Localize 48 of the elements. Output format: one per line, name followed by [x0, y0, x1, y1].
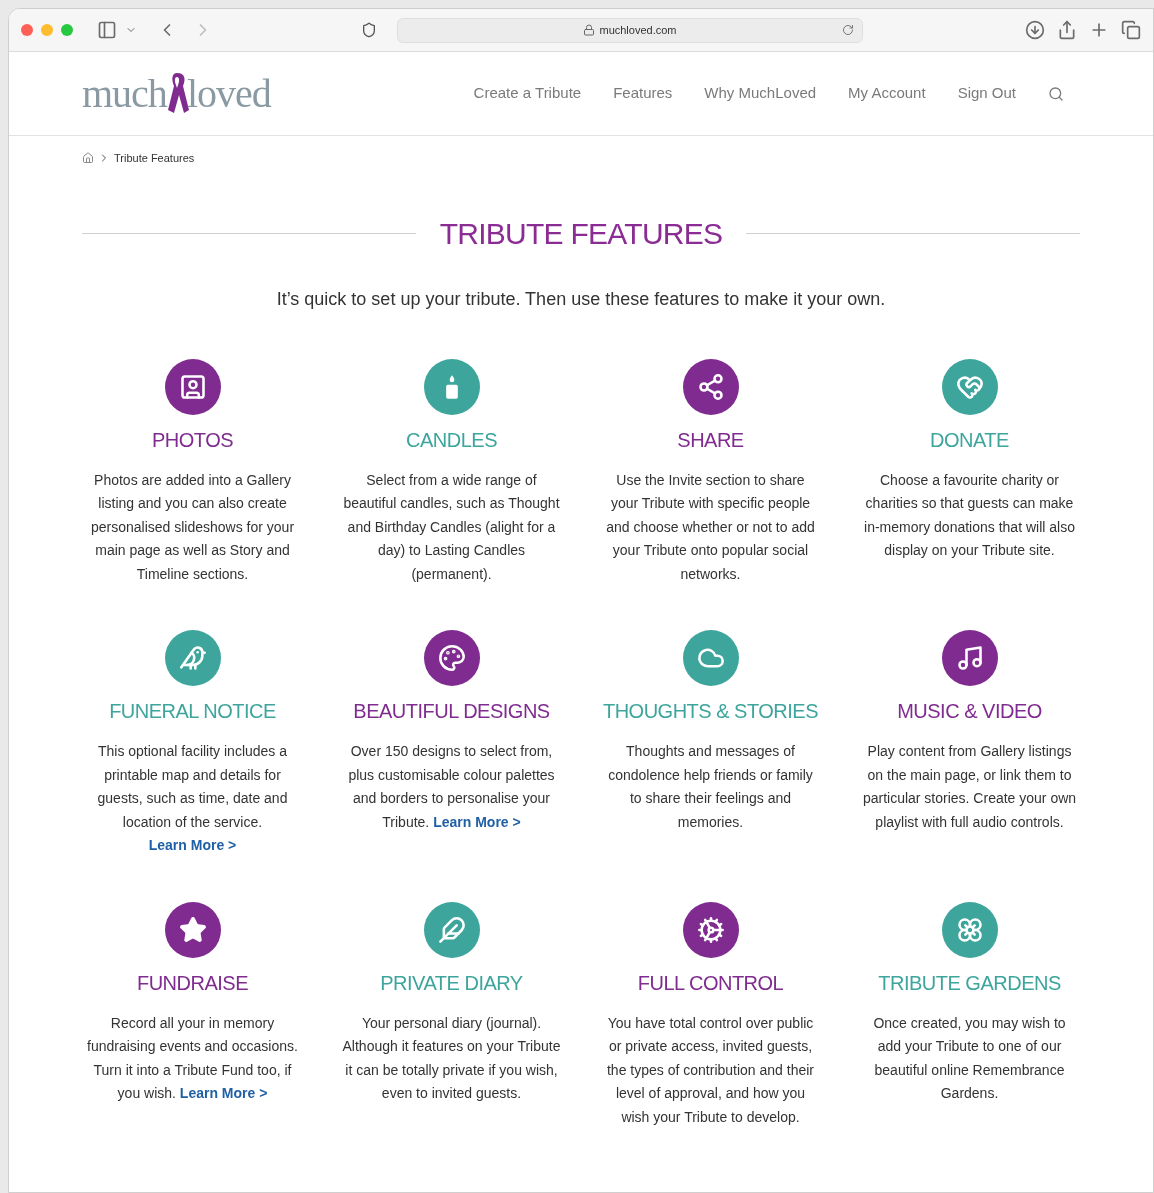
share-icon[interactable]	[1057, 20, 1077, 40]
feature-description: Play content from Gallery listings on the main page, or link them to particular stories. Create your own playlist with full audio controls.	[861, 742, 1078, 832]
breadcrumb-current: Tribute Features	[114, 151, 195, 166]
feature-description: Choose a favourite charity or charities so that guests can make in-memory donations that will also display on your Tribute site.	[863, 470, 1076, 560]
logo-text[interactable]: much	[82, 63, 167, 124]
nav-link[interactable]: Why MuchLoved	[704, 82, 817, 105]
feature-description: You have total control over public or private access, invited guests, the types of contribution and their level of approval, and how you wish your Tribute to develop.	[606, 1013, 815, 1127]
search-icon[interactable]	[1048, 85, 1064, 102]
feature-description: Photos are added into a Gallery listing and you can also create personalised slideshows for your main page as well as Story and Timeline sections.	[89, 470, 296, 584]
lock-icon	[583, 24, 596, 36]
logo-text[interactable]: loved	[186, 63, 271, 124]
nav-link[interactable]: Create a Tribute	[473, 82, 582, 105]
feature-description: Thoughts and messages of condolence help friends or family to share their feelings and memories.	[607, 742, 814, 832]
feature-description: Select from a wide range of beautiful candles, such as Thought and Birthday Candles (alight for a day) to Lasting Candles (permanent).	[342, 470, 561, 584]
nav-link[interactable]: Sign Out	[957, 82, 1016, 105]
feature-description: Use the Invite section to share your Tribute with specific people and choose whether or not to add your Tribute onto popular social networks.	[605, 470, 816, 584]
feature-title: SHARE	[677, 427, 744, 453]
feature-title: FUNERAL NOTICE	[109, 699, 276, 724]
feature-description: Record all your in memory fundraising events and occasions. Turn it into a Tribute Fund too, if you wish. Learn More >	[86, 1013, 299, 1103]
address-bar[interactable]: muchloved.com	[397, 17, 863, 43]
intro-text: It’s quick to set up your tribute. Then use these features to make it your own.	[275, 287, 887, 311]
feature-title: PRIVATE DIARY	[380, 970, 523, 996]
feature-title: FULL CONTROL	[637, 970, 784, 996]
feature-title: MUSIC & VIDEO	[897, 699, 1042, 724]
shield-icon[interactable]	[361, 22, 377, 38]
feature-title: BEAUTIFUL DESIGNS	[353, 699, 550, 724]
nav-link[interactable]: Features	[613, 82, 673, 105]
page-heading: TRIBUTE FEATURES	[439, 215, 723, 252]
feature-title: DONATE	[930, 427, 1009, 453]
sidebar-icon[interactable]	[97, 20, 117, 40]
feature-title: THOUGHTS & STORIES	[602, 699, 819, 724]
feature-title: FUNDRAISE	[136, 970, 249, 996]
feature-description: This optional facility includes a printable map and details for guests, such as time, date and location of the service.	[96, 742, 289, 832]
feature-description: Once created, you may wish to add your Tribute to one of our beautiful online Remembrance Gardens.	[872, 1013, 1067, 1103]
feature-title: TRIBUTE GARDENS	[878, 970, 1061, 996]
learn-more-link[interactable]: Learn More >	[433, 813, 521, 830]
feature-description: Your personal diary (journal). Although it features on your Tribute it can be totally private if you wish, even to invited guests.	[342, 1013, 561, 1103]
download-icon[interactable]	[1025, 20, 1045, 40]
nav-link[interactable]: My Account	[848, 82, 926, 105]
learn-more-link[interactable]: Learn More >	[179, 1085, 268, 1101]
url-text: muchloved.com	[599, 22, 677, 38]
feature-title: PHOTOS	[151, 427, 234, 453]
tabs-icon[interactable]	[1121, 20, 1141, 40]
feature-title: CANDLES	[406, 427, 497, 453]
learn-more-link[interactable]: Learn More >	[148, 834, 237, 858]
home-icon[interactable]	[82, 152, 94, 165]
reload-icon[interactable]	[842, 24, 854, 36]
feature-description: Over 150 designs to select from, plus customisable colour palettes and borders to personalise your Tribute. Learn More >	[347, 742, 556, 832]
